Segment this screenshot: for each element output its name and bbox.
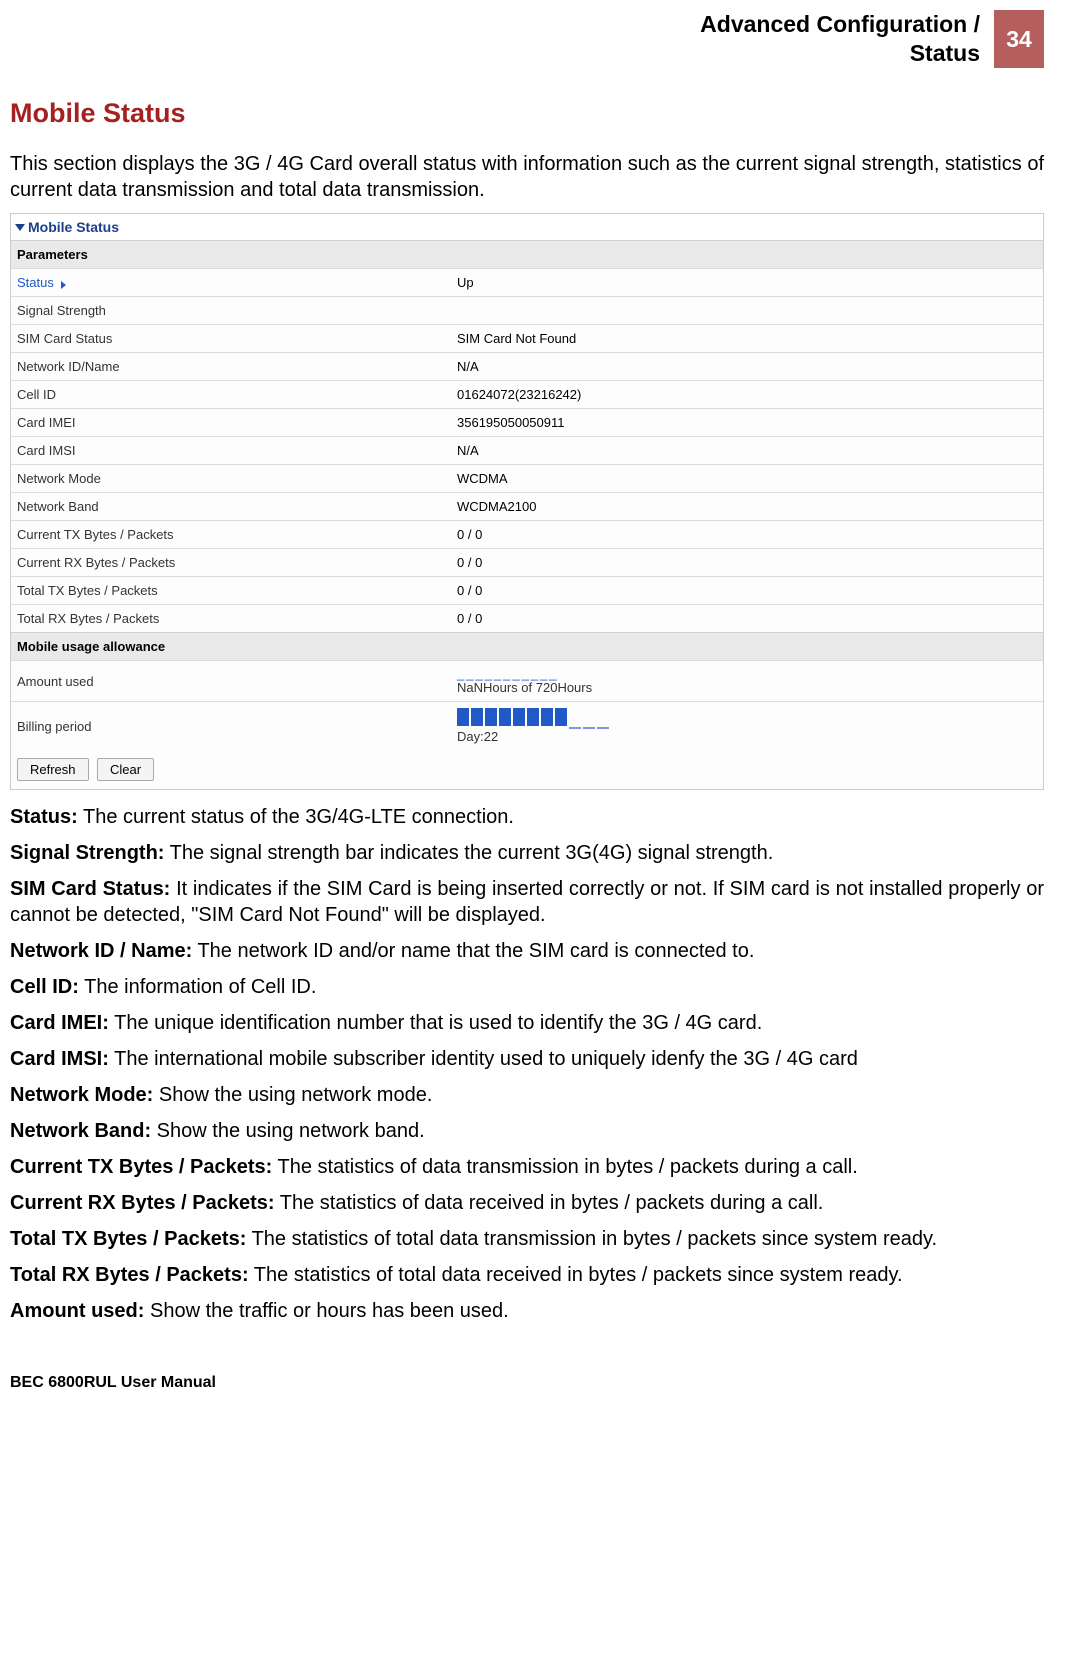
usage-bar-empty: ___________ — [457, 667, 1037, 680]
signal-label: Signal Strength — [11, 297, 451, 325]
ctx-label: Current TX Bytes / Packets — [11, 521, 451, 549]
ctx-value: 0 / 0 — [451, 521, 1043, 549]
table-row: Status Up — [11, 269, 1043, 297]
def-item: Card IMEI: The unique identification num… — [10, 1010, 1044, 1036]
table-row: Current TX Bytes / Packets0 / 0 — [11, 521, 1043, 549]
crx-label: Current RX Bytes / Packets — [11, 549, 451, 577]
imei-label: Card IMEI — [11, 409, 451, 437]
table-row: Billing period Day:22 — [11, 702, 1043, 751]
status-label: Status — [11, 269, 451, 297]
imsi-label: Card IMSI — [11, 437, 451, 465]
table-row: Total TX Bytes / Packets0 / 0 — [11, 577, 1043, 605]
refresh-button[interactable]: Refresh — [17, 758, 89, 781]
footer-text: BEC 6800RUL User Manual — [10, 1374, 1044, 1392]
page-header: Advanced Configuration / Status 34 — [10, 10, 1044, 68]
button-row: Refresh Clear — [11, 750, 1043, 789]
billing-label: Billing period — [11, 702, 451, 751]
table-row: Card IMSIN/A — [11, 437, 1043, 465]
netid-value: N/A — [451, 353, 1043, 381]
header-title-line1: Advanced Configuration / — [700, 11, 980, 37]
header-title: Advanced Configuration / Status — [700, 10, 994, 68]
section-title: Mobile Status — [10, 98, 1044, 129]
def-item: Amount used: Show the traffic or hours h… — [10, 1298, 1044, 1324]
definitions-block: Status: The current status of the 3G/4G-… — [10, 804, 1044, 1324]
table-row: Network ModeWCDMA — [11, 465, 1043, 493]
def-item: Signal Strength: The signal strength bar… — [10, 840, 1044, 866]
def-item: Total TX Bytes / Packets: The statistics… — [10, 1226, 1044, 1252]
def-item: Current TX Bytes / Packets: The statisti… — [10, 1154, 1044, 1180]
billing-text: Day:22 — [457, 729, 498, 744]
table-row: Network ID/NameN/A — [11, 353, 1043, 381]
def-item: Network Band: Show the using network ban… — [10, 1118, 1044, 1144]
parameters-header: Parameters — [11, 240, 1043, 268]
band-label: Network Band — [11, 493, 451, 521]
table-row: Signal Strength — [11, 297, 1043, 325]
def-item: Cell ID: The information of Cell ID. — [10, 974, 1044, 1000]
clear-button[interactable]: Clear — [97, 758, 154, 781]
def-item: SIM Card Status: It indicates if the SIM… — [10, 876, 1044, 928]
intro-paragraph: This section displays the 3G / 4G Card o… — [10, 151, 1044, 203]
amount-cell: ___________ NaNHours of 720Hours — [451, 661, 1043, 702]
amount-label: Amount used — [11, 661, 451, 702]
parameters-table: Status Up Signal Strength SIM Card Statu… — [11, 268, 1043, 632]
signal-value — [451, 297, 1043, 325]
billing-cell: Day:22 — [451, 702, 1043, 751]
chevron-right-icon — [61, 281, 66, 289]
def-item: Card IMSI: The international mobile subs… — [10, 1046, 1044, 1072]
netid-label: Network ID/Name — [11, 353, 451, 381]
def-item: Network ID / Name: The network ID and/or… — [10, 938, 1044, 964]
ttx-value: 0 / 0 — [451, 577, 1043, 605]
crx-value: 0 / 0 — [451, 549, 1043, 577]
ttx-label: Total TX Bytes / Packets — [11, 577, 451, 605]
mode-value: WCDMA — [451, 465, 1043, 493]
trx-value: 0 / 0 — [451, 605, 1043, 633]
table-row: Total RX Bytes / Packets0 / 0 — [11, 605, 1043, 633]
sim-label: SIM Card Status — [11, 325, 451, 353]
trx-label: Total RX Bytes / Packets — [11, 605, 451, 633]
def-item: Current RX Bytes / Packets: The statisti… — [10, 1190, 1044, 1216]
mobile-status-panel: Mobile Status Parameters Status Up Signa… — [10, 213, 1044, 790]
table-row: Current RX Bytes / Packets0 / 0 — [11, 549, 1043, 577]
mode-label: Network Mode — [11, 465, 451, 493]
status-link[interactable]: Status — [17, 275, 66, 290]
page-number-badge: 34 — [994, 10, 1044, 68]
panel-heading-text: Mobile Status — [28, 219, 119, 235]
status-value: Up — [451, 269, 1043, 297]
table-row: Cell ID01624072(23216242) — [11, 381, 1043, 409]
billing-bar — [457, 714, 611, 729]
table-row: Network BandWCDMA2100 — [11, 493, 1043, 521]
expand-icon — [15, 224, 25, 231]
band-value: WCDMA2100 — [451, 493, 1043, 521]
table-row: SIM Card StatusSIM Card Not Found — [11, 325, 1043, 353]
header-title-line2: Status — [910, 40, 980, 66]
usage-table: Amount used ___________ NaNHours of 720H… — [11, 660, 1043, 750]
cell-value: 01624072(23216242) — [451, 381, 1043, 409]
usage-header: Mobile usage allowance — [11, 632, 1043, 660]
imsi-value: N/A — [451, 437, 1043, 465]
cell-label: Cell ID — [11, 381, 451, 409]
def-item: Total RX Bytes / Packets: The statistics… — [10, 1262, 1044, 1288]
panel-heading: Mobile Status — [11, 214, 1043, 240]
amount-text: NaNHours of 720Hours — [457, 680, 592, 695]
def-item: Network Mode: Show the using network mod… — [10, 1082, 1044, 1108]
table-row: Card IMEI356195050050911 — [11, 409, 1043, 437]
def-item: Status: The current status of the 3G/4G-… — [10, 804, 1044, 830]
imei-value: 356195050050911 — [451, 409, 1043, 437]
table-row: Amount used ___________ NaNHours of 720H… — [11, 661, 1043, 702]
sim-value: SIM Card Not Found — [451, 325, 1043, 353]
